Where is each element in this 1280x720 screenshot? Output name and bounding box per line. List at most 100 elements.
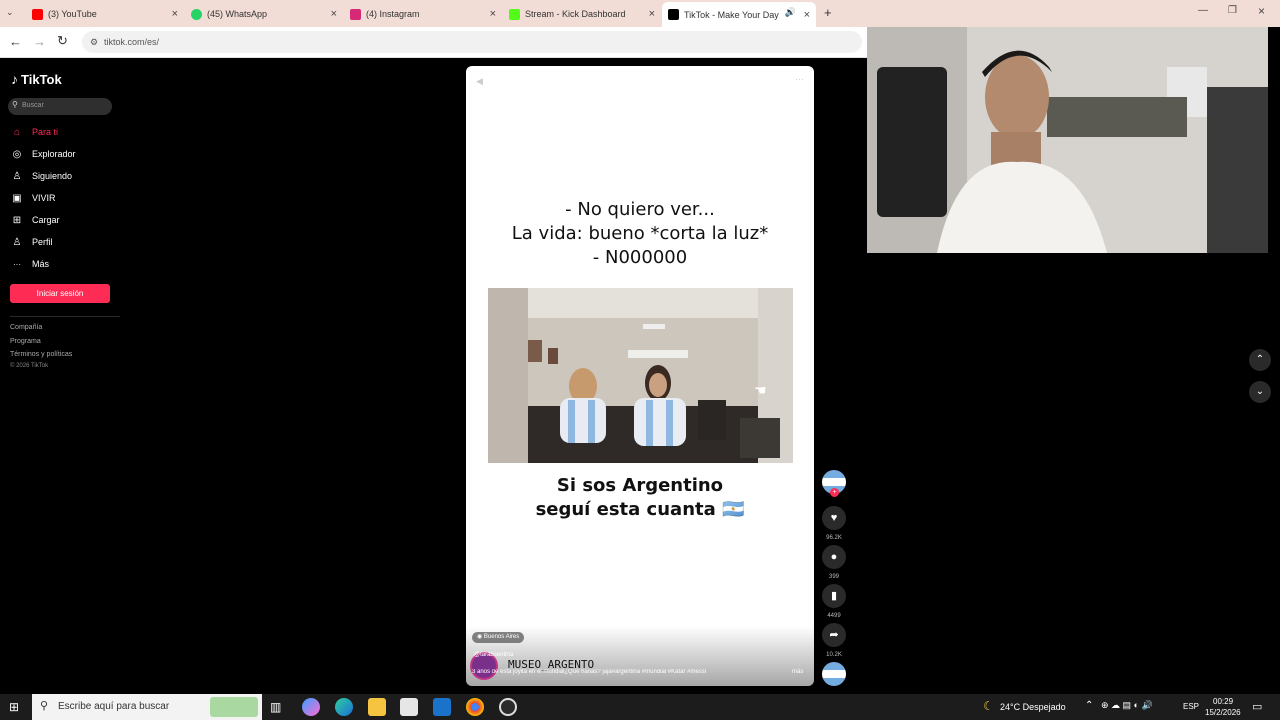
search-icon: ⚲ — [40, 700, 49, 712]
close-icon[interactable]: × — [331, 8, 337, 20]
search-highlight-icon[interactable] — [210, 697, 258, 717]
windows-start-icon[interactable]: ⊞ — [9, 700, 19, 714]
nav-label: VIVIR — [32, 193, 56, 203]
live-icon: ▣ — [12, 192, 22, 204]
nav-label: Más — [32, 259, 50, 269]
tab-instagram[interactable]: (4) Instagram × — [350, 4, 496, 24]
nav-label: Perfil — [32, 237, 53, 247]
tab-youtube[interactable]: (3) YouTube × — [32, 4, 178, 24]
caption-line: seguí esta cuanta 🇦🇷 — [535, 499, 745, 520]
nav-siguiendo[interactable]: ♙ Siguiendo — [10, 168, 73, 184]
taskbar-search-input[interactable]: Escribe aquí para buscar — [58, 701, 169, 712]
file-explorer-icon[interactable] — [368, 698, 386, 716]
caption-line: - N000000 — [592, 247, 688, 268]
home-icon: ⌂ — [13, 126, 21, 138]
tray-app-icons[interactable]: ⊕ ☁ ▤ ◐ 🔊 — [1101, 700, 1153, 711]
nav-explorador[interactable]: ◎ Explorador — [10, 146, 76, 162]
save-button[interactable]: ▮ — [822, 584, 846, 608]
comment-count: 399 — [828, 574, 839, 580]
nav-perfil[interactable]: ♙ Perfil — [10, 234, 53, 250]
reload-button[interactable]: ↻ — [57, 33, 68, 49]
tab-label: (4) Instagram — [366, 9, 420, 19]
task-view-icon[interactable]: ▥ — [270, 700, 281, 714]
tab-whatsapp[interactable]: (45) WhatsApp × — [191, 4, 337, 24]
video-player[interactable]: ◀ ··· - No quiero ver... La vida: bueno … — [466, 66, 814, 686]
sidebar-divider — [10, 316, 120, 317]
sound-disc[interactable] — [822, 662, 846, 686]
copilot-icon[interactable] — [302, 698, 320, 716]
like-button[interactable]: ♥ — [822, 506, 846, 530]
description-more-link[interactable]: más — [792, 669, 803, 675]
login-button[interactable]: Iniciar sesión — [10, 284, 110, 303]
like-count: 96.2K — [826, 535, 842, 541]
outlook-icon[interactable] — [433, 698, 451, 716]
video-options-icon[interactable]: ··· — [795, 74, 804, 84]
nav-mas[interactable]: ··· Más — [10, 256, 49, 272]
nav-vivir[interactable]: ▣ VIVIR — [10, 190, 56, 206]
location-badge[interactable]: ◉ Buenos Aires — [472, 632, 525, 643]
edge-icon[interactable] — [335, 698, 353, 716]
hand-cursor-icon: ☚ — [754, 382, 767, 398]
follow-plus-icon[interactable]: + — [830, 488, 839, 497]
tab-kick[interactable]: Stream - Kick Dashboard × — [509, 4, 655, 24]
nav-label: Siguiendo — [32, 171, 73, 181]
tab-label: TikTok - Make Your Day — [684, 9, 779, 20]
logo-text: TikTok — [21, 71, 62, 87]
back-button[interactable]: ← — [9, 34, 22, 49]
obs-icon[interactable] — [499, 698, 517, 716]
close-icon[interactable]: × — [172, 8, 178, 20]
speaker-icon[interactable]: 🔊 — [785, 7, 796, 18]
weather-text[interactable]: 24°C Despejado — [1000, 702, 1066, 712]
close-icon[interactable]: × — [804, 9, 810, 21]
taskbar-search-box[interactable]: ⚲ Escribe aquí para buscar — [32, 694, 262, 720]
tray-chevron-icon[interactable]: ⌃ — [1085, 700, 1093, 711]
windows-taskbar: ⊞ ⚲ Escribe aquí para buscar ▥ ☾ 24°C De… — [0, 694, 1280, 720]
bookmark-icon: ▮ — [830, 590, 838, 602]
address-bar: ← → ↻ ⚙ tiktok.com/es/ — [0, 27, 868, 58]
caption-line: La vida: bueno *corta la luz* — [511, 223, 769, 244]
video-scene-image — [488, 288, 793, 463]
store-icon[interactable] — [400, 698, 418, 716]
search-box[interactable]: ⚲ Buscar — [8, 98, 112, 115]
living-room-scene — [488, 288, 793, 463]
footer-link-program[interactable]: Programa — [10, 338, 41, 345]
url-text: tiktok.com/es/ — [104, 37, 160, 47]
tiktok-logo[interactable]: ♪ TikTok — [11, 71, 62, 87]
volume-icon[interactable]: ◀ — [476, 76, 483, 87]
video-description: 3 años de esta joyita en el mundial¿Que … — [472, 669, 707, 675]
site-info-icon[interactable]: ⚙ — [90, 31, 98, 53]
footer-link-company[interactable]: Compañía — [10, 324, 42, 331]
chevron-down-icon: ⌄ — [1255, 386, 1265, 397]
language-indicator[interactable]: ESP — [1183, 702, 1199, 711]
nav-label: Cargar — [32, 215, 60, 225]
url-input[interactable]: ⚙ tiktok.com/es/ — [82, 31, 862, 53]
nav-para-ti[interactable]: ⌂ Para ti — [10, 124, 58, 140]
forward-button[interactable]: → — [33, 34, 46, 49]
notification-icon[interactable]: ▭ — [1252, 700, 1262, 713]
close-icon[interactable]: × — [490, 8, 496, 20]
youtube-icon — [32, 8, 43, 20]
next-video-button[interactable]: ⌄ — [1249, 381, 1271, 403]
minimize-button[interactable]: — — [1198, 5, 1208, 16]
search-input[interactable]: Buscar — [22, 102, 44, 109]
share-button[interactable]: ➦ — [822, 623, 846, 647]
clock-date[interactable]: 15/2/2026 — [1205, 708, 1241, 717]
tab-search-icon[interactable]: ⌄ — [6, 7, 14, 18]
window-close-button[interactable]: × — [1258, 4, 1265, 18]
comment-button[interactable]: ● — [822, 545, 846, 569]
comment-icon: ● — [830, 551, 838, 563]
new-tab-button[interactable]: + — [824, 5, 832, 20]
tab-tiktok[interactable]: TikTok - Make Your Day 🔊 × — [662, 2, 816, 27]
footer-link-terms[interactable]: Términos y políticas — [10, 351, 72, 358]
maximize-button[interactable]: ❐ — [1228, 5, 1237, 16]
tab-label: (3) YouTube — [48, 9, 97, 19]
location-pin-icon: ◉ — [477, 634, 484, 640]
nav-cargar[interactable]: ⊞ Cargar — [10, 212, 60, 228]
chrome-icon[interactable] — [466, 698, 484, 716]
tiktok-icon — [668, 9, 679, 20]
prev-video-button[interactable]: ⌃ — [1249, 349, 1271, 371]
clock-time[interactable]: 00:29 — [1213, 697, 1233, 706]
chevron-up-icon: ⌃ — [1255, 354, 1265, 365]
upload-icon: ⊞ — [12, 214, 22, 226]
close-icon[interactable]: × — [649, 8, 655, 20]
